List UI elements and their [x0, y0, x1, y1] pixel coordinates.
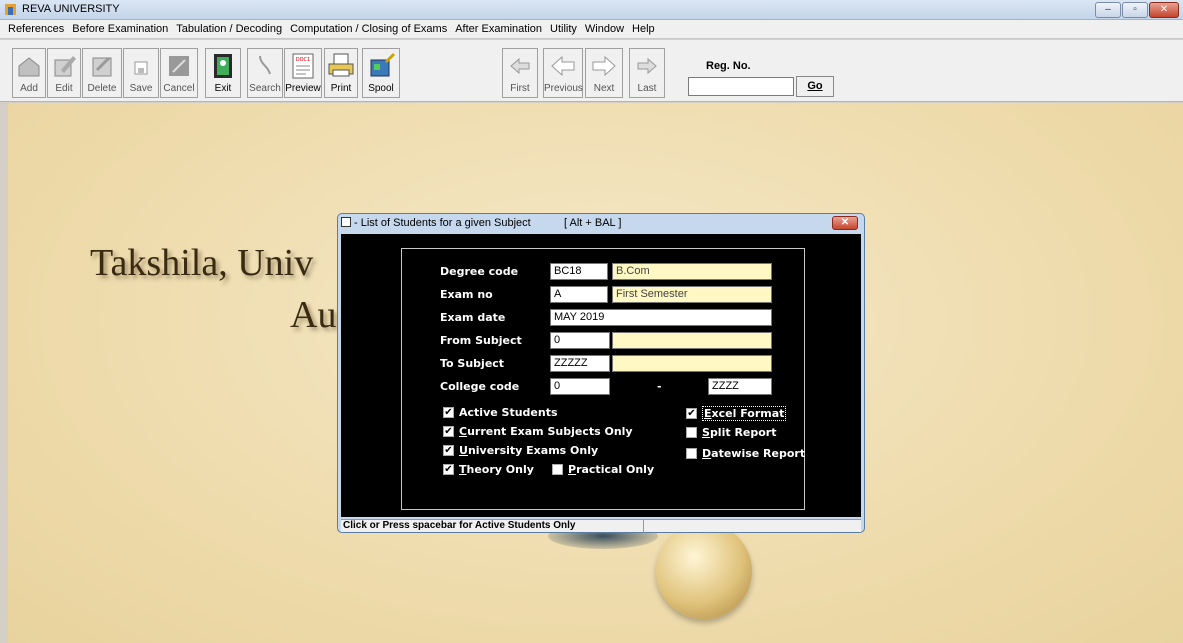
- dialog-window-icon: [341, 217, 351, 227]
- previous-arrow-icon: [551, 55, 575, 77]
- print-button[interactable]: Print: [324, 48, 358, 98]
- edit-icon: [54, 56, 76, 77]
- previous-button[interactable]: Previous: [543, 48, 583, 98]
- delete-icon: [92, 56, 112, 77]
- dialog-status-bar: Click or Press spacebar for Active Stude…: [341, 519, 861, 533]
- college-code-from-input[interactable]: 0: [550, 378, 610, 395]
- reg-no-label: Reg. No.: [706, 60, 751, 72]
- checkmark-icon: ✔: [443, 407, 454, 418]
- split-report-checkbox[interactable]: Split Report: [686, 426, 777, 439]
- menu-before-examination[interactable]: Before Examination: [68, 23, 172, 35]
- last-icon: [637, 57, 657, 75]
- degree-description: B.Com: [612, 263, 772, 280]
- background-title-line2: Au: [290, 294, 337, 336]
- theory-only-checkbox[interactable]: ✔ Theory Only: [443, 463, 534, 476]
- minimize-button[interactable]: –: [1095, 2, 1121, 18]
- preview-button[interactable]: DOC1 Preview: [284, 48, 322, 98]
- search-icon: [259, 55, 271, 75]
- exam-no-label: Exam no: [440, 288, 493, 301]
- exam-date-input[interactable]: MAY 2019: [550, 309, 772, 326]
- exam-no-input[interactable]: A: [550, 286, 608, 303]
- cancel-icon: [169, 56, 189, 76]
- spool-icon: [370, 52, 396, 77]
- globe-image: [656, 523, 752, 619]
- exit-icon: [214, 54, 232, 78]
- first-icon: [510, 57, 530, 75]
- menu-references[interactable]: References: [4, 23, 68, 35]
- close-button[interactable]: ✕: [1149, 2, 1179, 18]
- cancel-button[interactable]: Cancel: [160, 48, 198, 98]
- university-exams-checkbox[interactable]: ✔ University Exams Only: [443, 444, 598, 457]
- exit-button[interactable]: Exit: [205, 48, 241, 98]
- menu-window[interactable]: Window: [581, 23, 628, 35]
- svg-text:DOC1: DOC1: [296, 57, 310, 63]
- to-subject-description: [612, 355, 772, 372]
- restore-button[interactable]: ▫: [1122, 2, 1148, 18]
- from-subject-description: [612, 332, 772, 349]
- college-range-separator: -: [657, 380, 662, 393]
- add-icon: [18, 57, 40, 77]
- toolbar: Add Edit Delete Save Cancel Exit Search …: [0, 40, 1183, 102]
- delete-button[interactable]: Delete: [82, 48, 122, 98]
- background-title-line1: Takshila, Univ: [90, 242, 314, 284]
- dialog-title: - List of Students for a given Subject: [354, 217, 531, 229]
- college-code-to-input[interactable]: ZZZZ: [708, 378, 772, 395]
- dialog-hotkey: [ Alt + BAL ]: [564, 217, 622, 229]
- spool-button[interactable]: Spool: [362, 48, 400, 98]
- next-button[interactable]: Next: [585, 48, 623, 98]
- exam-description: First Semester: [612, 286, 772, 303]
- datewise-report-checkbox[interactable]: Datewise Report: [686, 447, 805, 460]
- print-icon: [328, 53, 354, 77]
- first-button[interactable]: First: [502, 48, 538, 98]
- menu-bar: References Before Examination Tabulation…: [0, 20, 1183, 39]
- active-students-checkbox[interactable]: ✔ Active Students: [443, 406, 558, 419]
- menu-help[interactable]: Help: [628, 23, 659, 35]
- checkmark-icon: ✔: [443, 445, 454, 456]
- add-button[interactable]: Add: [12, 48, 46, 98]
- window-title: REVA UNIVERSITY: [22, 3, 120, 15]
- dialog-body: Degree code BC18 B.Com Exam no A First S…: [341, 234, 861, 517]
- go-button[interactable]: Go: [796, 76, 834, 97]
- practical-only-checkbox[interactable]: Practical Only: [552, 463, 654, 476]
- college-code-label: College code: [440, 380, 520, 393]
- menu-after-examination[interactable]: After Examination: [451, 23, 546, 35]
- last-button[interactable]: Last: [629, 48, 665, 98]
- status-text: Click or Press spacebar for Active Stude…: [343, 520, 576, 531]
- degree-code-label: Degree code: [440, 265, 519, 278]
- degree-code-input[interactable]: BC18: [550, 263, 608, 280]
- from-subject-label: From Subject: [440, 334, 522, 347]
- save-button[interactable]: Save: [123, 48, 159, 98]
- exam-date-label: Exam date: [440, 311, 506, 324]
- checkmark-icon: ✔: [443, 426, 454, 437]
- to-subject-input[interactable]: ZZZZZ: [550, 355, 610, 372]
- excel-format-checkbox[interactable]: ✔ Excel Format: [686, 406, 787, 421]
- save-icon: [134, 61, 148, 75]
- preview-icon: DOC1: [292, 53, 314, 79]
- edit-button[interactable]: Edit: [47, 48, 81, 98]
- menu-tabulation[interactable]: Tabulation / Decoding: [172, 23, 286, 35]
- title-bar: REVA UNIVERSITY – ▫ ✕: [0, 0, 1183, 20]
- menu-computation[interactable]: Computation / Closing of Exams: [286, 23, 451, 35]
- checkmark-icon: ✔: [443, 464, 454, 475]
- from-subject-input[interactable]: 0: [550, 332, 610, 349]
- to-subject-label: To Subject: [440, 357, 505, 370]
- next-arrow-icon: [592, 55, 616, 77]
- dialog-close-button[interactable]: ✕: [832, 216, 858, 230]
- criteria-frame: Degree code BC18 B.Com Exam no A First S…: [401, 248, 805, 510]
- reg-no-input[interactable]: [688, 77, 794, 96]
- app-icon: [5, 4, 16, 15]
- menu-utility[interactable]: Utility: [546, 23, 581, 35]
- checkmark-icon: ✔: [686, 408, 697, 419]
- list-students-dialog: - List of Students for a given Subject […: [337, 213, 865, 533]
- current-exam-subjects-checkbox[interactable]: ✔ Current Exam Subjects Only: [443, 425, 633, 438]
- search-button[interactable]: Search: [247, 48, 283, 98]
- dialog-title-bar: - List of Students for a given Subject […: [338, 214, 864, 232]
